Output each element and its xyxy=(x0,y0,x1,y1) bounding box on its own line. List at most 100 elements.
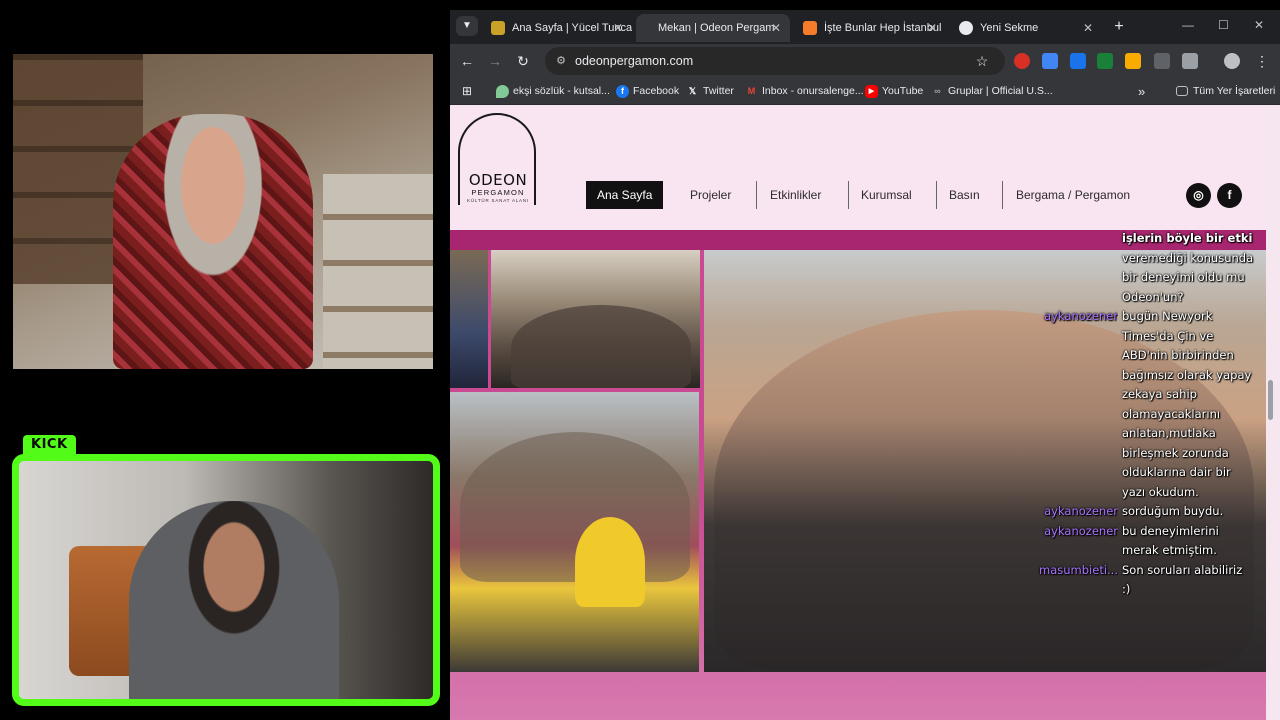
toolbar: ← → ↻ ⚙ odeonpergamon.com ☆ ⋮ xyxy=(450,44,1280,78)
extension-note-icon[interactable] xyxy=(1125,53,1141,69)
bookmark-inbox[interactable]: M Inbox - onursalenge... xyxy=(745,83,864,100)
nav-ana-sayfa[interactable]: Ana Sayfa xyxy=(586,181,664,209)
extension-r-icon[interactable] xyxy=(1097,53,1113,69)
logo-wordmark: ODEON xyxy=(462,171,534,189)
chat-username[interactable]: aykanozener xyxy=(1032,307,1118,327)
address-bar[interactable]: ⚙ odeonpergamon.com xyxy=(545,47,1005,75)
chat-message: Odeon'un? xyxy=(1032,288,1262,308)
chat-message: bağımsız olarak yapay xyxy=(1032,366,1262,386)
forward-icon[interactable]: → xyxy=(485,51,505,71)
chrome-menu-icon[interactable]: ⋮ xyxy=(1252,51,1272,71)
chrome-icon xyxy=(959,21,973,35)
chat-text: bağımsız olarak yapay xyxy=(1122,367,1252,382)
profile-avatar[interactable] xyxy=(1224,53,1240,69)
chat-text: ABD'nin birbirinden xyxy=(1122,348,1234,362)
tab-ana-sayfa[interactable]: Ana Sayfa | Yücel Tunca ✕ xyxy=(482,14,632,42)
gmail-icon: M xyxy=(747,86,756,96)
extensions-puzzle-icon[interactable] xyxy=(1182,53,1198,69)
extension-grid-icon[interactable] xyxy=(1154,53,1170,69)
chat-text: sorduğum buydu. xyxy=(1122,504,1224,518)
chat-message: aykanozener bu deneyimlerini xyxy=(1032,522,1262,542)
logo-subtitle: PERGAMON xyxy=(462,188,534,197)
chat-text: olduklarına dair bir xyxy=(1122,465,1231,479)
chat-message: olduklarına dair bir xyxy=(1032,463,1262,483)
close-tab-icon[interactable]: ✕ xyxy=(613,14,623,42)
chat-message: :) xyxy=(1032,580,1262,600)
maximize-icon[interactable]: ☐ xyxy=(1218,18,1229,32)
chat-message: masumbieti... Son soruları alabiliriz xyxy=(1032,561,1262,581)
nav-projeler[interactable]: Projeler xyxy=(690,181,731,209)
chat-text: Odeon'un? xyxy=(1122,289,1184,304)
host-figure xyxy=(113,114,313,369)
bookmark-facebook[interactable]: f Facebook xyxy=(616,83,679,100)
webcam-streamer xyxy=(12,454,440,706)
chat-message: olamayacaklarını xyxy=(1032,405,1262,425)
chat-text: Times'da Çin ve xyxy=(1122,328,1214,343)
chat-text: bir deneyimi oldu mu xyxy=(1122,270,1245,284)
chat-username[interactable]: aykanozener xyxy=(1032,522,1118,542)
facebook-icon[interactable]: f xyxy=(1217,183,1242,208)
extension-red-icon[interactable] xyxy=(1014,53,1030,69)
chat-username[interactable]: aykanozener xyxy=(1032,502,1118,522)
site-info-icon[interactable]: ⚙ xyxy=(553,53,569,69)
bookmark-star-icon[interactable]: ☆ xyxy=(972,51,992,71)
bookmarks-overflow-button[interactable]: » xyxy=(1138,83,1145,100)
back-icon[interactable]: ← xyxy=(457,51,477,71)
folder-icon xyxy=(1176,86,1188,96)
chat-message: aykanozener sorduğum buydu. xyxy=(1032,502,1262,522)
minimize-icon[interactable]: — xyxy=(1182,18,1194,32)
chat-text: işlerin böyle bir etki xyxy=(1122,231,1253,245)
close-tab-icon[interactable]: ✕ xyxy=(927,14,937,42)
facebook-icon: f xyxy=(616,85,629,98)
all-bookmarks-button[interactable]: Tüm Yer İşaretleri xyxy=(1176,83,1275,100)
nav-kurumsal[interactable]: Kurumsal xyxy=(861,181,912,209)
nav-divider xyxy=(1002,181,1003,209)
url-text: odeonpergamon.com xyxy=(575,54,694,68)
tab-strip: ▼ Ana Sayfa | Yücel Tunca ✕ Mekan | Odeo… xyxy=(450,10,1280,44)
x-icon: 𝕏 xyxy=(688,86,697,96)
gallery-photo[interactable] xyxy=(450,392,699,672)
tab-yeni-sekme[interactable]: Yeni Sekme ✕ xyxy=(950,14,1102,42)
bookmark-eksi[interactable]: ekşi sözlük - kutsal... xyxy=(496,83,610,100)
apps-grid-icon[interactable]: ⊞ xyxy=(457,81,477,101)
new-tab-button[interactable]: + xyxy=(1108,17,1130,37)
tab-label: Yeni Sekme xyxy=(980,22,1039,34)
close-tab-icon[interactable]: ✕ xyxy=(771,14,781,42)
bookmarks-bar: ⊞ ekşi sözlük - kutsal... f Facebook 𝕏 T… xyxy=(450,78,1280,105)
chat-message: aykanozener bugün Newyork xyxy=(1032,307,1262,327)
close-tab-icon[interactable]: ✕ xyxy=(1083,14,1093,42)
tab-iste-bunlar[interactable]: İşte Bunlar Hep İstanbul ✕ xyxy=(794,14,946,42)
page-scrollbar[interactable] xyxy=(1268,380,1273,420)
binder-shelf xyxy=(323,174,433,369)
nav-bergama[interactable]: Bergama / Pergamon xyxy=(1016,181,1130,209)
chat-text: birleşmek zorunda xyxy=(1122,445,1229,460)
translate-icon[interactable] xyxy=(1042,53,1058,69)
chat-message: Times'da Çin ve xyxy=(1032,327,1262,347)
chat-message: bir deneyimi oldu mu xyxy=(1032,268,1262,288)
tab-mekan[interactable]: Mekan | Odeon Pergam ✕ xyxy=(636,14,790,42)
chat-message: merak etmiştim. xyxy=(1032,541,1262,561)
bookmark-twitter[interactable]: 𝕏 Twitter xyxy=(686,83,734,100)
extension-diamond-icon[interactable] xyxy=(1070,53,1086,69)
webcam-host xyxy=(13,54,433,369)
gallery-photo[interactable] xyxy=(450,250,488,388)
nav-etkinlikler[interactable]: Etkinlikler xyxy=(770,181,821,209)
tab-search-button[interactable]: ▼ xyxy=(456,16,478,36)
bookmark-youtube[interactable]: ▶ YouTube xyxy=(865,83,923,100)
gallery-photo[interactable] xyxy=(491,250,700,388)
site-favicon-icon xyxy=(491,21,505,35)
reload-icon[interactable]: ↻ xyxy=(513,51,533,71)
close-window-icon[interactable]: ✕ xyxy=(1254,18,1264,32)
chat-text: anlatan,mutlaka xyxy=(1122,426,1216,440)
chat-username[interactable]: masumbieti... xyxy=(1032,561,1118,581)
chat-text: zekaya sahip xyxy=(1122,387,1197,401)
chat-text: veremediği konusunda xyxy=(1122,250,1254,265)
bookmark-gruplar[interactable]: ∞ Gruplar | Official U.S... xyxy=(931,83,1052,100)
youtube-icon: ▶ xyxy=(865,85,878,98)
instagram-icon[interactable]: ◎ xyxy=(1186,183,1211,208)
nav-basin[interactable]: Basın xyxy=(949,181,980,209)
bookmark-label: Inbox - onursalenge... xyxy=(762,85,864,97)
nav-divider xyxy=(936,181,937,209)
chat-text: bugün Newyork xyxy=(1122,309,1213,323)
stream-layout: KICK ▼ Ana Sayfa | Yücel Tunca ✕ Mekan |… xyxy=(0,0,1280,720)
